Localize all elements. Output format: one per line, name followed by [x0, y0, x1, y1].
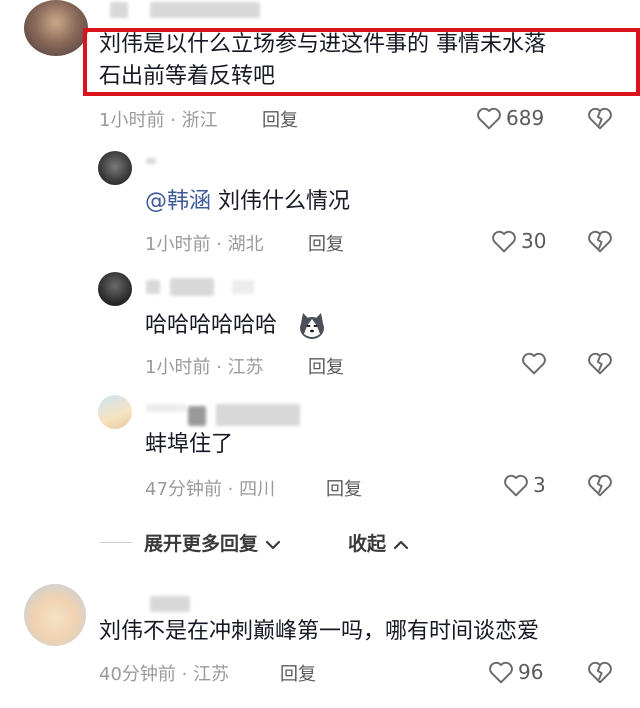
meta-separator: · [216, 357, 222, 378]
avatar[interactable] [98, 272, 132, 306]
meta-separator: · [170, 110, 176, 131]
reply-button[interactable]: 回复 [308, 230, 344, 256]
collapse-label: 收起 [348, 533, 387, 555]
comment-text-line2: 石出前等着反转吧 [99, 64, 276, 89]
username-blurred[interactable] [232, 280, 254, 294]
comment-location: 湖北 [227, 234, 264, 255]
username-blurred[interactable] [216, 404, 300, 426]
comment-location: 四川 [239, 479, 276, 500]
comment-text-line1: 刘伟是以什么立场参与进这件事的 事情未水落 [99, 32, 546, 57]
expand-label: 展开更多回复 [144, 533, 259, 555]
comment-time: 1小时前 [145, 234, 211, 255]
comment-location: 浙江 [181, 110, 218, 131]
reply-button[interactable]: 回复 [326, 475, 362, 501]
comment-time: 1小时前 [99, 110, 165, 131]
username-blurred[interactable] [170, 278, 214, 296]
broken-heart-icon[interactable] [587, 660, 613, 684]
username-blurred[interactable] [150, 2, 260, 18]
avatar[interactable] [24, 0, 88, 56]
chevron-up-icon [393, 539, 409, 551]
reply-text: @韩涵 刘伟什么情况 [145, 186, 350, 218]
like-count: 689 [506, 106, 545, 130]
avatar[interactable] [24, 584, 86, 646]
reply-button[interactable]: 回复 [308, 353, 344, 379]
like-count: 3 [533, 473, 546, 497]
reply-content: 蚌埠住了 [145, 432, 234, 457]
comment-time: 40分钟前 [99, 664, 176, 685]
comment-meta: 1小时前 · 江苏 [145, 353, 264, 379]
username-blurred[interactable] [146, 158, 156, 164]
meta-separator: · [216, 234, 222, 255]
divider-line [100, 542, 132, 543]
reply-text: 蚌埠住了 [145, 429, 233, 461]
comment-meta: 1小时前 · 浙江 [99, 106, 218, 132]
reply-text: 哈哈哈哈哈哈 [145, 310, 277, 342]
mention-link[interactable]: @韩涵 [145, 189, 211, 214]
collapse-replies-button[interactable]: 收起 [348, 529, 409, 556]
username-blurred[interactable] [150, 596, 190, 612]
meta-separator: · [181, 664, 188, 685]
reply-button[interactable]: 回复 [262, 106, 298, 132]
avatar[interactable] [98, 151, 132, 185]
username-blurred[interactable] [146, 404, 186, 412]
heart-outline-icon[interactable] [488, 660, 514, 684]
expand-more-replies-button[interactable]: 展开更多回复 [144, 529, 281, 556]
broken-heart-icon[interactable] [587, 351, 613, 375]
comment-meta: 47分钟前 · 四川 [145, 475, 275, 501]
chevron-down-icon [265, 539, 281, 551]
comment-time: 1小时前 [145, 357, 211, 378]
avatar[interactable] [98, 395, 132, 429]
reply-content: 刘伟什么情况 [211, 189, 351, 214]
broken-heart-icon[interactable] [587, 106, 613, 130]
heart-outline-icon[interactable] [491, 229, 517, 253]
comment-location: 江苏 [193, 664, 230, 685]
heart-outline-icon[interactable] [503, 473, 529, 497]
like-count: 96 [518, 660, 544, 684]
comment-meta: 1小时前 · 湖北 [145, 230, 264, 256]
heart-outline-icon[interactable] [521, 351, 547, 375]
comment-time: 47分钟前 [145, 479, 222, 500]
comment-text: 刘伟不是在冲刺巅峰第一吗，哪有时间谈恋爱 [99, 619, 540, 644]
reply-button[interactable]: 回复 [280, 660, 316, 686]
comment-location: 江苏 [227, 357, 264, 378]
heart-outline-icon[interactable] [476, 106, 502, 130]
username-blurred[interactable] [146, 280, 160, 294]
husky-dog-emoji-icon [296, 310, 328, 342]
username-blurred[interactable] [110, 2, 128, 18]
comment-meta: 40分钟前 · 江苏 [99, 660, 229, 686]
reply-content: 哈哈哈哈哈哈 [145, 313, 278, 338]
broken-heart-icon[interactable] [587, 473, 613, 497]
meta-separator: · [227, 479, 234, 500]
like-count: 30 [521, 229, 547, 253]
username-blurred[interactable] [188, 406, 206, 426]
broken-heart-icon[interactable] [587, 229, 613, 253]
